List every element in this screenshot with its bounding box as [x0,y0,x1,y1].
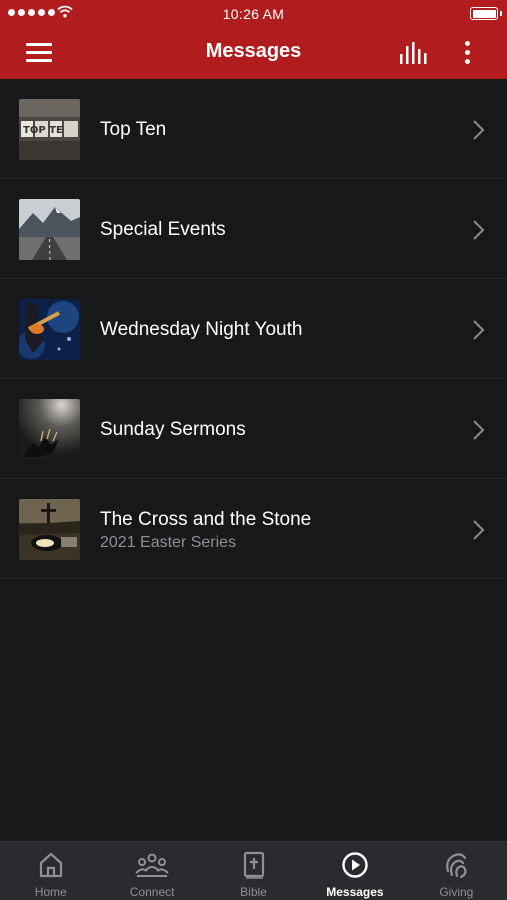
tab-label: Giving [439,885,474,899]
hands-light-thumbnail [19,399,80,460]
home-icon [38,851,64,884]
tab-home[interactable]: Home [0,842,101,900]
messages-screen: 10:26 AM Messages TOP TE Top Ten Special… [0,0,507,900]
top-ten-thumbnail: TOP TE [19,99,80,160]
list-item-sunday-sermons[interactable]: Sunday Sermons [0,379,507,479]
people-icon [135,851,169,884]
giving-icon [442,851,470,884]
more-options-icon[interactable] [460,39,476,67]
tab-label: Bible [240,885,267,899]
list-item-title: The Cross and the Stone [100,509,312,530]
status-bar: 10:26 AM [0,0,507,28]
list-item-subtitle: 2021 Easter Series [100,534,237,551]
list-item-top-ten[interactable]: TOP TE Top Ten [0,79,507,179]
tab-label: Connect [129,885,175,899]
battery-icon [470,7,502,20]
svg-text:TOP TE: TOP TE [23,125,63,136]
tab-messages[interactable]: Messages [304,842,405,900]
list-item-special-events[interactable]: Special Events [0,179,507,279]
chevron-right-icon [472,319,486,346]
list-item-title: Top Ten [100,119,167,140]
bible-icon [242,851,266,884]
tab-connect[interactable]: Connect [101,842,202,900]
page-title: Messages [205,40,302,62]
chevron-right-icon [472,119,486,146]
chevron-right-icon [472,219,486,246]
tab-label: Home [34,885,67,899]
message-series-list: TOP TE Top Ten Special Events Wednesday … [0,79,507,579]
chevron-right-icon [472,519,486,546]
tab-giving[interactable]: Giving [406,842,507,900]
mountain-road-thumbnail [19,199,80,260]
chevron-right-icon [472,419,486,446]
guitar-player-thumbnail [19,299,80,360]
bottom-tab-bar: Home Connect Bible Messages Giving [0,841,507,900]
tab-label: Messages [326,885,384,899]
list-item-title: Sunday Sermons [100,419,246,440]
list-item-wednesday-night-youth[interactable]: Wednesday Night Youth [0,279,507,379]
audio-levels-icon[interactable] [398,40,430,66]
app-header: 10:26 AM Messages [0,0,507,79]
cross-stone-thumbnail [19,499,80,560]
play-circle-icon [341,851,369,884]
list-item-title: Special Events [100,219,226,240]
tab-bible[interactable]: Bible [203,842,304,900]
list-item-title: Wednesday Night Youth [100,319,303,340]
list-item-the-cross-and-the-stone[interactable]: The Cross and the Stone 2021 Easter Seri… [0,479,507,579]
status-time: 10:26 AM [222,6,285,22]
